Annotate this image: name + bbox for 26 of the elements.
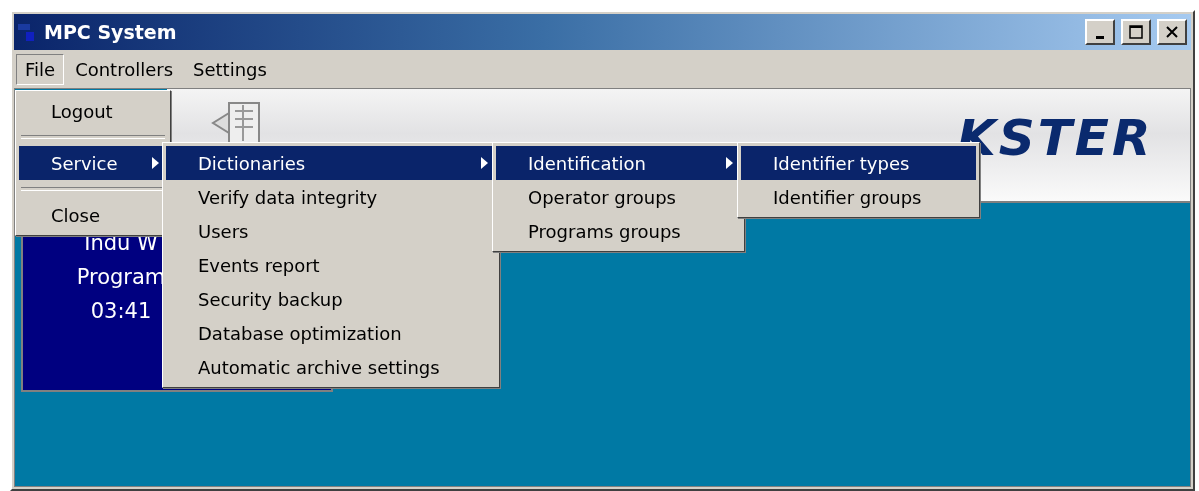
menu-item[interactable]: Security backup [166,282,496,316]
maximize-button[interactable] [1121,19,1151,45]
submenu-arrow-icon [726,157,733,169]
menu-item[interactable]: Operator groups [496,180,741,214]
menu-item[interactable]: Identifier groups [741,180,976,214]
menu-item[interactable]: Events report [166,248,496,282]
menu-item[interactable]: Users [166,214,496,248]
tile-text: 03:41 [90,298,152,325]
menu-item[interactable]: Automatic archive settings [166,350,496,384]
menu-item[interactable]: Identifier types [741,146,976,180]
submenu-arrow-icon [152,157,159,169]
menu-bar-item[interactable]: Settings [184,53,276,85]
menu-item[interactable]: Logout [19,94,167,128]
menu-item[interactable]: Database optimization [166,316,496,350]
menu-bar-item[interactable]: File [16,53,65,85]
window-title: MPC System [44,21,178,43]
menu-item[interactable]: Verify data integrity [166,180,496,214]
menu-item[interactable]: Programs groups [496,214,741,248]
minimize-icon [1096,35,1104,39]
close-button[interactable] [1157,19,1187,45]
submenu-arrow-icon [481,157,488,169]
tile-text: Program [76,264,166,291]
close-icon [1165,25,1179,39]
menu-bar-item[interactable]: Controllers [66,53,183,85]
maximize-icon [1129,25,1143,39]
minimize-button[interactable] [1085,19,1115,45]
